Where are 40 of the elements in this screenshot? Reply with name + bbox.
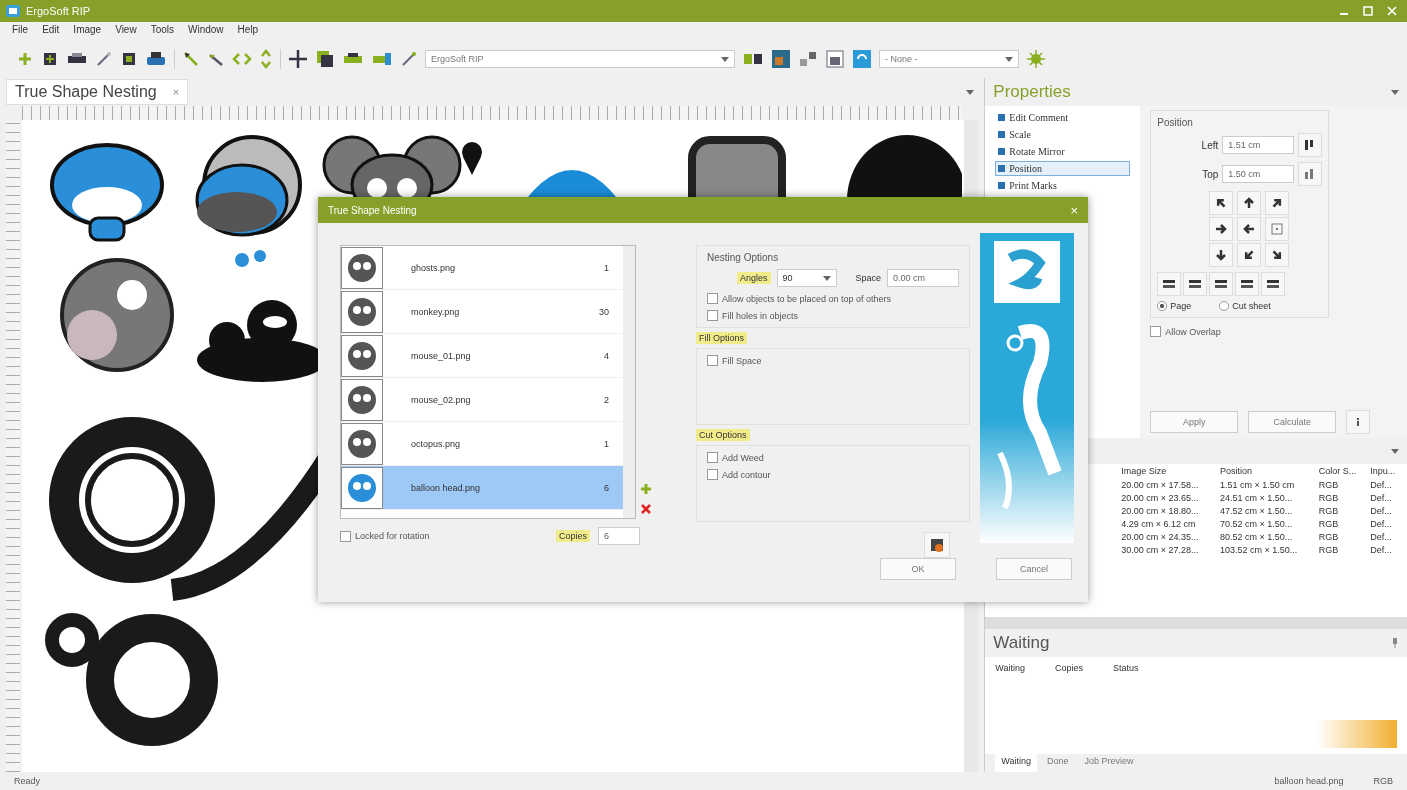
status-file: balloon head.png — [1274, 776, 1344, 786]
window-title: ErgoSoft RIP — [26, 5, 91, 17]
table-cell: RGB — [1318, 531, 1371, 544]
table-cell: 47.52 cm × 1.50... — [1220, 505, 1319, 518]
dialog-title: True Shape Nesting — [328, 204, 417, 216]
panel-title: Waiting — [993, 633, 1050, 653]
table-cell: RGB — [1318, 544, 1371, 557]
group-title: Fill Options — [696, 332, 747, 344]
table-cell-text: Def... — [1370, 518, 1393, 531]
status-color-mode: RGB — [1373, 776, 1393, 786]
table-cell: 4.29 cm × 6.12 cm — [1121, 518, 1220, 531]
table-cell: 24.51 cm × 1.50... — [1220, 492, 1319, 505]
table-cell: RGB — [1318, 505, 1371, 518]
table-cell-text: Def... — [1370, 531, 1393, 544]
table-cell-text: Def... — [1370, 505, 1393, 518]
field-label: Copies — [556, 530, 590, 542]
table-cell: 20.00 cm × 24.35... — [1121, 531, 1220, 544]
table-cell: RGB — [1318, 479, 1371, 492]
table-cell: RGB — [1318, 518, 1371, 531]
group-title: Position — [1157, 117, 1194, 128]
table-cell-text: Def... — [1370, 544, 1393, 557]
table-cell-text: Def... — [1370, 479, 1393, 492]
status-text: Ready — [14, 776, 40, 786]
table-cell: 30.00 cm × 27.28... — [1121, 544, 1220, 557]
field-label: Space — [855, 273, 881, 283]
table-cell: RGB — [1318, 492, 1371, 505]
table-cell: 70.52 cm × 1.50... — [1220, 518, 1319, 531]
table-cell-text: Def... — [1370, 492, 1393, 505]
field-label: Angles — [737, 272, 771, 284]
field-label: Top — [1202, 168, 1219, 180]
table-cell: 1.51 cm × 1.50 cm — [1220, 479, 1319, 492]
table-cell: 103.52 cm × 1.50... — [1220, 544, 1319, 557]
panel-title: Properties — [993, 82, 1071, 102]
field-label: Left — [1201, 139, 1219, 151]
group-title: Cut Options — [696, 429, 750, 441]
table-cell: 20.00 cm × 17.58... — [1121, 479, 1220, 492]
table-cell: 20.00 cm × 23.65... — [1121, 492, 1220, 505]
table-cell: 20.00 cm × 18.80... — [1121, 505, 1220, 518]
table-cell: 80.52 cm × 1.50... — [1220, 531, 1319, 544]
group-title: Nesting Options — [707, 252, 780, 263]
